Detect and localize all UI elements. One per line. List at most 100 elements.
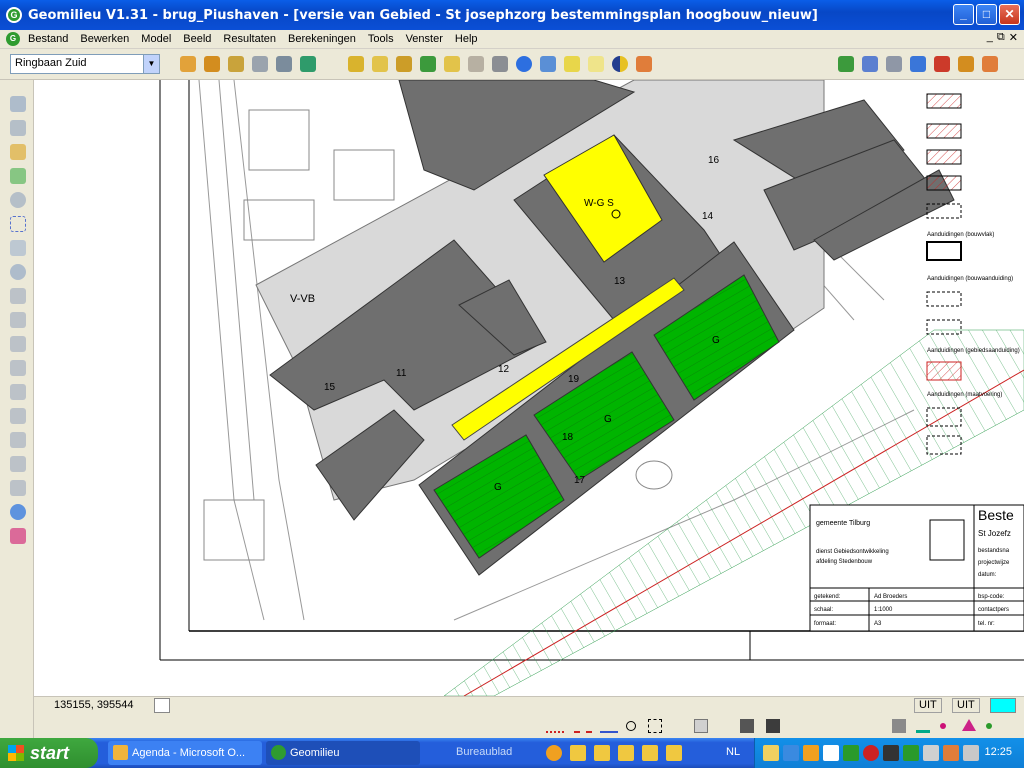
tool-icon[interactable]	[492, 56, 508, 72]
menu-tools[interactable]: Tools	[362, 33, 400, 45]
rotate-icon[interactable]	[10, 504, 26, 520]
menu-bewerken[interactable]: Bewerken	[74, 33, 135, 45]
triangle-tool-icon[interactable]	[962, 719, 976, 731]
snap-icon[interactable]	[154, 698, 170, 713]
start-button[interactable]: start	[0, 738, 98, 768]
tool-icon[interactable]	[276, 56, 292, 72]
folder-icon[interactable]	[444, 56, 460, 72]
task-agenda[interactable]: Agenda - Microsoft O...	[108, 741, 262, 765]
line-style-icon[interactable]	[546, 719, 564, 733]
menu-model[interactable]: Model	[135, 33, 177, 45]
info-icon[interactable]	[516, 56, 532, 72]
tool-icon[interactable]	[204, 56, 220, 72]
copy-icon[interactable]	[10, 120, 26, 136]
tray-icon[interactable]	[783, 745, 799, 761]
tool-icon[interactable]	[348, 56, 364, 72]
tray-icon[interactable]	[843, 745, 859, 761]
tool-icon[interactable]	[468, 56, 484, 72]
tool-icon[interactable]	[892, 719, 906, 733]
tool-icon[interactable]	[740, 719, 754, 733]
menu-help[interactable]: Help	[449, 33, 484, 45]
rectangle-tool-icon[interactable]	[648, 719, 662, 733]
folder-icon[interactable]	[618, 745, 634, 761]
zoom-extents-icon[interactable]	[958, 56, 974, 72]
quicklaunch-icon[interactable]	[546, 745, 562, 761]
tool-icon[interactable]	[396, 56, 412, 72]
tool-icon[interactable]	[10, 528, 26, 544]
maximize-button[interactable]: □	[976, 4, 997, 25]
folder-icon[interactable]	[642, 745, 658, 761]
tray-icon[interactable]	[803, 745, 819, 761]
tool-icon[interactable]	[228, 56, 244, 72]
menu-berekeningen[interactable]: Berekeningen	[282, 33, 362, 45]
tool-icon[interactable]	[180, 56, 196, 72]
tool-icon[interactable]	[916, 719, 930, 733]
tray-icon[interactable]	[823, 745, 839, 761]
tool-icon[interactable]	[10, 360, 26, 376]
tool-icon[interactable]	[10, 480, 26, 496]
tool-icon[interactable]	[636, 56, 652, 72]
menu-beeld[interactable]: Beeld	[177, 33, 217, 45]
document-icon[interactable]: G	[6, 32, 20, 46]
tool-icon[interactable]	[10, 384, 26, 400]
tool-icon[interactable]	[300, 56, 316, 72]
select-icon[interactable]	[10, 216, 26, 232]
mdi-minimize-button[interactable]: _	[987, 31, 993, 44]
zoom-out-icon[interactable]	[910, 56, 926, 72]
tool-icon[interactable]	[886, 56, 902, 72]
circle-tool-icon[interactable]	[626, 721, 636, 731]
tool-icon[interactable]	[10, 456, 26, 472]
folder-icon[interactable]	[666, 745, 682, 761]
line-style-icon[interactable]	[574, 719, 592, 733]
tool-icon[interactable]	[10, 408, 26, 424]
tray-icon[interactable]	[923, 745, 939, 761]
map-canvas[interactable]: V-VB W-G S G G G 15 11 12 13 14 16 17 18…	[34, 80, 1024, 696]
mail-icon[interactable]	[763, 745, 779, 761]
tool-icon[interactable]	[10, 312, 26, 328]
menu-resultaten[interactable]: Resultaten	[217, 33, 282, 45]
task-geomilieu[interactable]: Geomilieu	[266, 741, 420, 765]
tool-icon[interactable]	[10, 288, 26, 304]
mdi-restore-button[interactable]: ⧉	[997, 31, 1005, 44]
language-indicator[interactable]: NL	[726, 746, 740, 758]
line-style-icon[interactable]	[600, 719, 618, 733]
tool-icon[interactable]	[10, 96, 26, 112]
tool-icon[interactable]	[10, 240, 26, 256]
note-icon[interactable]	[588, 56, 604, 72]
tool-icon[interactable]	[10, 432, 26, 448]
window-title: Geomilieu V1.31 - brug_Piushaven - [vers…	[28, 7, 818, 23]
delete-icon[interactable]	[10, 192, 26, 208]
minimize-button[interactable]: _	[953, 4, 974, 25]
close-button[interactable]: ✕	[999, 4, 1020, 25]
menu-venster[interactable]: Venster	[400, 33, 449, 45]
tray-icon[interactable]	[863, 745, 879, 761]
folder-icon[interactable]	[372, 56, 388, 72]
tray-icon[interactable]	[903, 745, 919, 761]
tray-icon[interactable]	[943, 745, 959, 761]
tool-icon[interactable]	[766, 719, 780, 733]
folder-icon[interactable]	[570, 745, 586, 761]
tool-icon[interactable]	[10, 264, 26, 280]
tool-icon[interactable]	[694, 719, 708, 733]
chevron-down-icon[interactable]: ▼	[143, 55, 159, 73]
edit-icon[interactable]	[564, 56, 580, 72]
volume-icon[interactable]	[963, 745, 979, 761]
paste-icon[interactable]	[10, 144, 26, 160]
mdi-close-button[interactable]: ✕	[1009, 31, 1018, 44]
add-icon[interactable]	[10, 168, 26, 184]
point-tool-icon[interactable]	[986, 723, 992, 729]
tray-icon[interactable]	[883, 745, 899, 761]
pan-icon[interactable]	[982, 56, 998, 72]
tool-icon[interactable]	[934, 56, 950, 72]
tool-icon[interactable]	[10, 336, 26, 352]
zoom-in-icon[interactable]	[838, 56, 854, 72]
zoom-window-icon[interactable]	[862, 56, 878, 72]
point-tool-icon[interactable]	[940, 723, 946, 729]
menu-bestand[interactable]: Bestand	[22, 33, 74, 45]
tool-icon[interactable]	[612, 56, 628, 72]
folder-icon[interactable]	[594, 745, 610, 761]
object-selector-combo[interactable]: Ringbaan Zuid ▼	[10, 54, 160, 74]
print-icon[interactable]	[252, 56, 268, 72]
globe-icon[interactable]	[420, 56, 436, 72]
tool-icon[interactable]	[540, 56, 556, 72]
